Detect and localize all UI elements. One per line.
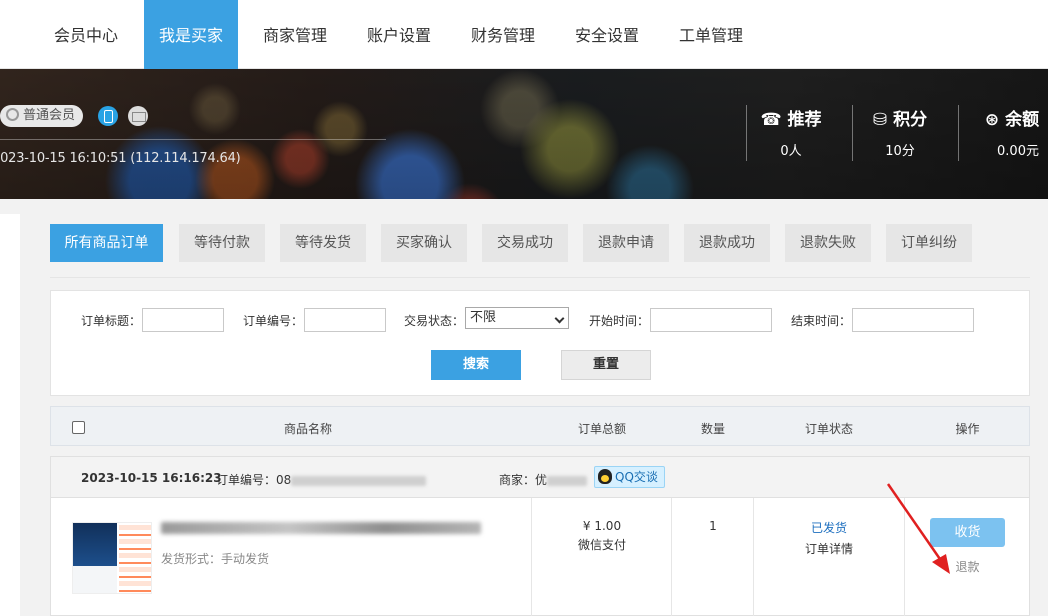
order-no-label: 订单编号： <box>243 314 304 328</box>
nav-merchant-management[interactable]: 商家管理 <box>250 0 340 69</box>
annotation-arrow-icon <box>886 483 950 574</box>
shipping-type: 发货形式：手动发货 <box>161 552 270 566</box>
coin-icon: ⊛ <box>984 110 1000 130</box>
merchant-label: 商家：优 <box>499 473 548 487</box>
nav-finance[interactable]: 财务管理 <box>458 0 548 69</box>
column-divider <box>753 498 754 616</box>
merchant-name: 商家：优 <box>499 471 588 488</box>
tab-trade-success[interactable]: 交易成功 <box>482 224 568 262</box>
start-time-label: 开始时间： <box>589 314 650 328</box>
header-quantity: 数量 <box>700 422 725 436</box>
tab-all-orders[interactable]: 所有商品订单 <box>50 224 163 262</box>
nav-member-center[interactable]: 会员中心 <box>40 0 132 69</box>
stat-referrals-label: 推荐 <box>787 110 822 130</box>
nav-tickets[interactable]: 工单管理 <box>666 0 756 69</box>
order-datetime: 2023-10-15 16:16:23 <box>81 471 222 485</box>
redacted-merchant-name <box>547 475 588 486</box>
stat-referrals-value: 0人 <box>780 144 802 159</box>
nav-account-settings[interactable]: 账户设置 <box>354 0 444 69</box>
column-divider <box>531 498 532 616</box>
header-order-total: 订单总额 <box>577 422 626 436</box>
redacted-order-number <box>291 475 427 486</box>
order-title-label: 订单标题： <box>81 314 142 328</box>
stat-balance[interactable]: ⊛ 余额 0.00元 <box>962 105 1048 159</box>
member-level-badge: 普通会员 <box>0 105 84 127</box>
header-order-status: 订单状态 <box>804 422 853 436</box>
product-thumbnail[interactable] <box>72 522 152 594</box>
chevron-down-icon <box>554 313 565 324</box>
order-price: ¥ 1.00 <box>582 519 622 533</box>
start-time-input[interactable] <box>650 308 772 332</box>
payment-method: 微信支付 <box>577 538 626 552</box>
nav-buyer[interactable]: 我是买家 <box>144 0 238 69</box>
order-number: 订单编号：08 <box>216 471 427 488</box>
divider <box>0 139 386 140</box>
qq-chat-button[interactable]: QQ交谈 <box>594 466 665 488</box>
redacted-product-title[interactable] <box>161 522 481 534</box>
end-time-input[interactable] <box>852 308 974 332</box>
member-level-label: 普通会员 <box>23 108 76 123</box>
tab-refund-request[interactable]: 退款申请 <box>583 224 669 262</box>
tab-awaiting-shipment[interactable]: 等待发货 <box>280 224 366 262</box>
order-quantity: 1 <box>709 519 717 533</box>
tab-order-dispute[interactable]: 订单纠纷 <box>886 224 972 262</box>
search-button[interactable]: 搜索 <box>431 350 521 380</box>
tab-refund-success[interactable]: 退款成功 <box>684 224 770 262</box>
end-time-label: 结束时间： <box>791 314 852 328</box>
trade-status-label: 交易状态： <box>404 314 465 328</box>
stat-balance-label: 余额 <box>1005 110 1040 130</box>
header-goods-name: 商品名称 <box>283 422 332 436</box>
trade-status-select[interactable]: 不限 <box>465 307 569 329</box>
divider <box>50 277 1030 278</box>
tab-buyer-confirm[interactable]: 买家确认 <box>381 224 467 262</box>
order-title-input[interactable] <box>142 308 224 332</box>
mobile-phone-icon[interactable] <box>98 106 118 126</box>
stat-balance-value: 0.00元 <box>997 144 1039 159</box>
nav-security[interactable]: 安全设置 <box>562 0 652 69</box>
stat-points-value: 10分 <box>885 144 915 159</box>
tab-refund-failed[interactable]: 退款失败 <box>785 224 871 262</box>
select-all-checkbox[interactable] <box>72 421 85 434</box>
order-filter-form: 订单标题： 订单编号： 交易状态： 不限 开始时间： 结束时间： 搜索 重置 <box>50 290 1030 396</box>
side-panel <box>0 214 20 616</box>
stat-referrals[interactable]: ☎ 推荐 0人 <box>741 105 841 159</box>
member-icon <box>6 108 19 121</box>
stat-points[interactable]: ⛁ 积分 10分 <box>850 105 950 159</box>
qq-chat-label: QQ交谈 <box>615 470 658 484</box>
database-icon: ⛁ <box>872 110 888 130</box>
reset-button[interactable]: 重置 <box>561 350 651 380</box>
last-login-info: 2023-10-15 16:10:51 (112.114.174.64) <box>0 151 241 166</box>
order-no-input[interactable] <box>304 308 386 332</box>
trade-status-value: 不限 <box>470 310 497 325</box>
order-number-label: 订单编号：08 <box>216 473 292 487</box>
header-actions: 操作 <box>955 422 980 436</box>
top-navigation: 会员中心 我是买家 商家管理 账户设置 财务管理 安全设置 工单管理 <box>0 0 1048 69</box>
profile-banner: 普通会员 2023-10-15 16:10:51 (112.114.174.64… <box>0 69 1048 199</box>
qq-penguin-icon <box>598 469 612 484</box>
tab-awaiting-payment[interactable]: 等待付款 <box>179 224 265 262</box>
stat-divider <box>958 105 959 161</box>
email-icon[interactable] <box>128 106 148 126</box>
stat-points-label: 积分 <box>893 110 928 130</box>
order-table-header: 商品名称 订单总额 数量 订单状态 操作 <box>50 406 1030 446</box>
phone-icon: ☎ <box>760 110 782 130</box>
column-divider <box>671 498 672 616</box>
